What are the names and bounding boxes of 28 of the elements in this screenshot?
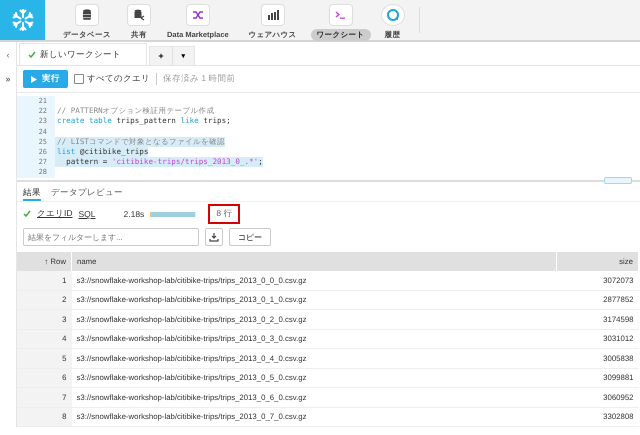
bar-chart-icon: [260, 4, 285, 26]
play-icon: [31, 76, 37, 82]
check-icon: [23, 210, 31, 218]
download-button[interactable]: [205, 228, 223, 246]
result-tab[interactable]: データプレビュー: [51, 187, 123, 201]
refresh-icon: [380, 4, 405, 26]
duration-bar: [150, 212, 196, 216]
collapse-icon[interactable]: ‹: [6, 50, 10, 60]
scroll-handle[interactable]: [604, 177, 632, 184]
database-icon: [75, 4, 99, 26]
sql-link[interactable]: SQL: [78, 209, 96, 219]
result-tab[interactable]: 結果: [23, 187, 41, 201]
copy-button[interactable]: コピー: [229, 228, 271, 246]
expand-icon[interactable]: »: [5, 74, 10, 84]
worksheet-tab[interactable]: 新しいワークシート: [19, 43, 147, 65]
row-count: 8 行: [208, 204, 240, 224]
download-icon: [209, 232, 219, 242]
filter-field[interactable]: 結果をフィルターします...: [23, 228, 199, 246]
tab-title: 新しいワークシート: [40, 48, 121, 60]
add-tab-button[interactable]: +: [150, 47, 172, 65]
all-queries-checkbox[interactable]: すべてのクエリ: [74, 73, 150, 85]
database-share-icon: [127, 4, 151, 26]
check-icon: [28, 50, 36, 58]
shuffle-icon: [186, 4, 210, 26]
duration: 2.18s: [124, 209, 144, 219]
terminal-icon: [328, 4, 353, 26]
saved-status: 保存済み 1 時間前: [156, 73, 236, 85]
query-id-link[interactable]: クエリID: [37, 208, 72, 220]
